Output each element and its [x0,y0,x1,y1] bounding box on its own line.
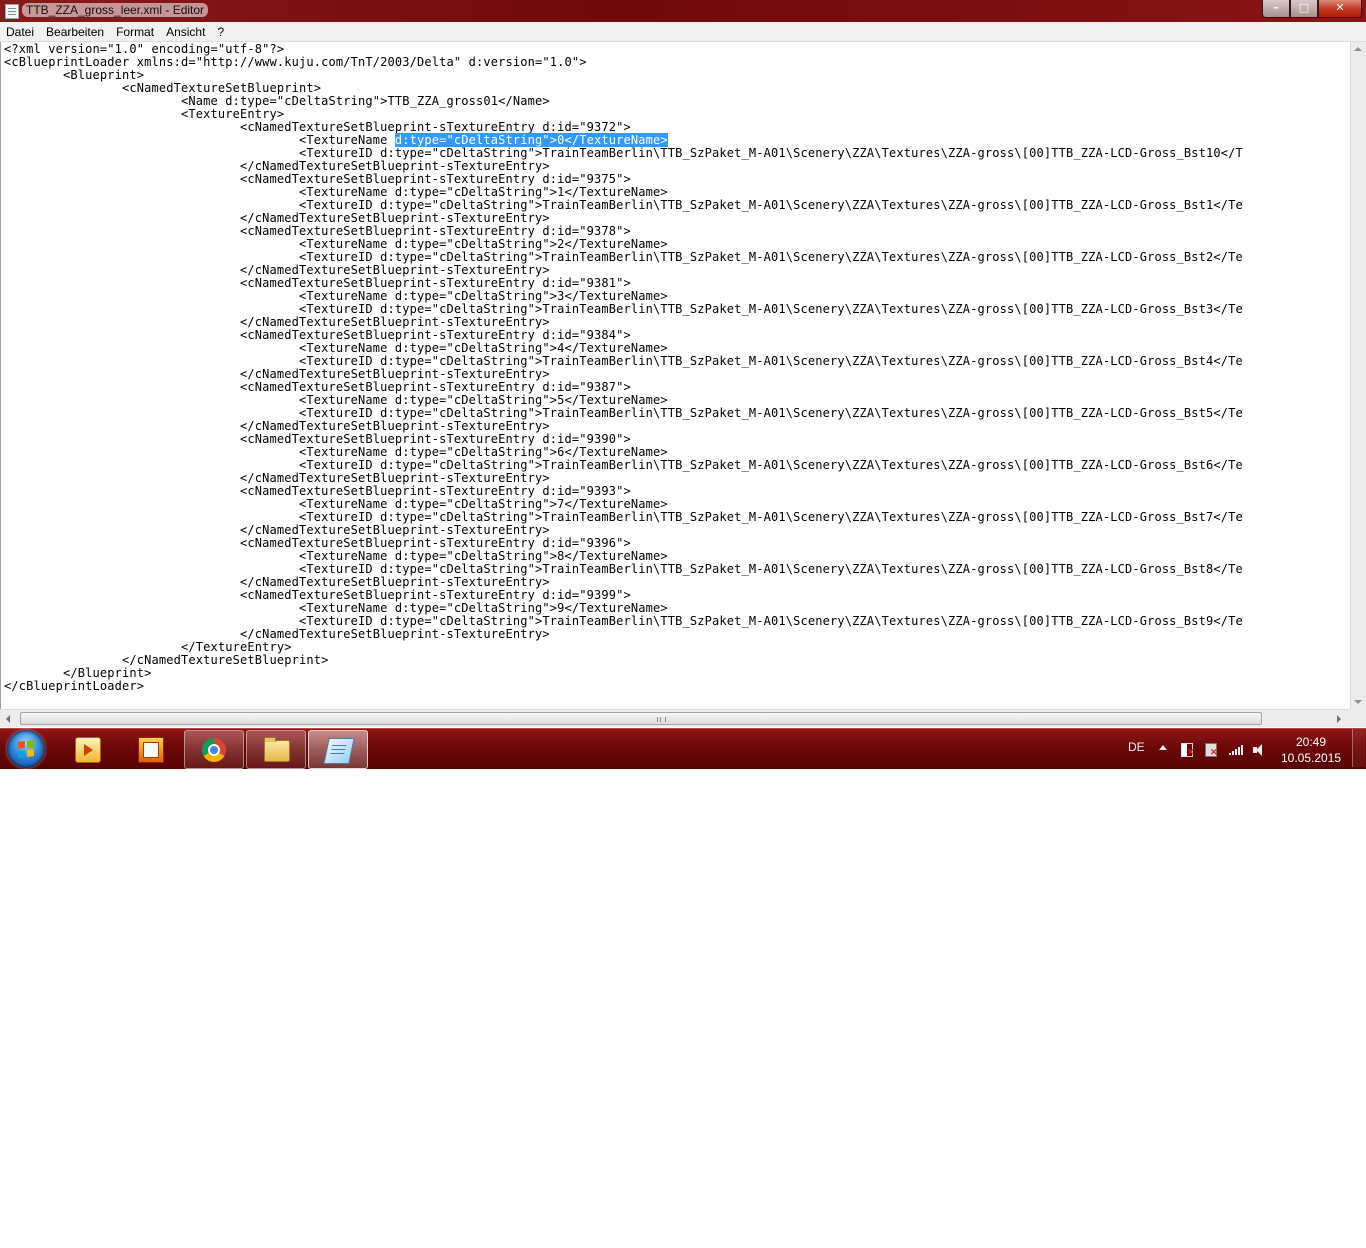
notepad-icon[interactable] [5,4,19,19]
window-title: TTB_ZZA_gross_leer.xml - Editor [22,3,209,17]
code-line: </cNamedTextureSetBlueprint-sTextureEntr… [4,263,550,277]
editor-content[interactable]: <?xml version="1.0" encoding="utf-8"?> <… [1,42,1351,693]
action-center-flag-icon[interactable] [1181,743,1195,758]
code-line: <TextureID d:type="cDeltaString">TrainTe… [4,302,1243,316]
menu-bearbeiten[interactable]: Bearbeiten [40,25,110,39]
code-line: <TextureID d:type="cDeltaString">TrainTe… [4,458,1243,472]
code-line: </cNamedTextureSetBlueprint-sTextureEntr… [4,315,550,329]
code-line: <TextureName d:type="cDeltaString">6</Te… [4,445,668,459]
code-line: <TextureName d:type="cDeltaString">7</Te… [4,497,668,511]
horizontal-scroll-thumb[interactable] [20,712,1262,725]
media-player-icon [75,737,101,763]
code-line: <TextureID d:type="cDeltaString">TrainTe… [4,250,1243,264]
application-icon [138,737,164,763]
removable-drive-icon[interactable] [1205,743,1218,758]
clock-date: 10.05.2015 [1280,751,1342,765]
code-line: <cNamedTextureSetBlueprint-sTextureEntry… [4,224,631,238]
clock-time: 20:49 [1295,735,1327,749]
menu-format[interactable]: Format [110,25,160,39]
code-line: <TextureName d:type="cDeltaString">8</Te… [4,549,668,563]
code-line: <cBlueprintLoader xmlns:d="http://www.ku… [4,55,587,69]
text-editor-area[interactable]: <?xml version="1.0" encoding="utf-8"?> <… [0,42,1351,709]
code-line: <TextureEntry> [4,107,285,121]
code-line: <TextureID d:type="cDeltaString">TrainTe… [4,510,1243,524]
taskbar-item-chrome[interactable] [184,730,244,769]
scrollbar-corner [1350,709,1366,727]
taskbar: DE 20:49 10.05.2015 [0,728,1366,769]
code-line: </cNamedTextureSetBlueprint-sTextureEntr… [4,523,550,537]
code-line: <TextureID d:type="cDeltaString">TrainTe… [4,198,1243,212]
close-button[interactable]: ✕ [1318,0,1362,18]
code-line: <TextureName d:type="cDeltaString">1</Te… [4,185,668,199]
scroll-left-arrow-icon[interactable] [6,715,10,723]
code-line: <TextureName d:type="cDeltaString">3</Te… [4,289,668,303]
menu-ansicht[interactable]: Ansicht [160,25,211,39]
maximize-button[interactable]: □ [1290,0,1318,18]
show-hidden-icons-chevron-icon[interactable] [1159,745,1167,750]
code-line: <TextureID d:type="cDeltaString">TrainTe… [4,614,1243,628]
volume-icon[interactable] [1253,743,1269,757]
windows-start-orb[interactable] [7,730,45,768]
code-line: <TextureName d:type="cDeltaString">5</Te… [4,393,668,407]
code-line: <cNamedTextureSetBlueprint-sTextureEntry… [4,172,631,186]
minimize-button[interactable]: – [1262,0,1290,18]
network-signal-icon[interactable] [1229,743,1245,755]
code-line: </cNamedTextureSetBlueprint-sTextureEntr… [4,575,550,589]
code-line: </cNamedTextureSetBlueprint-sTextureEntr… [4,471,550,485]
menu-datei[interactable]: Datei [0,25,40,39]
chrome-icon [202,738,226,762]
code-line: <TextureName [4,133,395,147]
code-line: </cNamedTextureSetBlueprint-sTextureEntr… [4,159,550,173]
code-line: <Name d:type="cDeltaString">TTB_ZZA_gros… [4,94,550,108]
code-line: <TextureName d:type="cDeltaString">4</Te… [4,341,668,355]
menu-bar: Datei Bearbeiten Format Ansicht ? [0,22,1366,42]
code-line: <?xml version="1.0" encoding="utf-8"?> [4,42,285,56]
taskbar-item-media-player[interactable] [58,730,116,767]
code-line: </cNamedTextureSetBlueprint-sTextureEntr… [4,419,550,433]
code-line: <TextureID d:type="cDeltaString">TrainTe… [4,562,1243,576]
code-line: <cNamedTextureSetBlueprint> [4,81,322,95]
code-line: <TextureID d:type="cDeltaString">TrainTe… [4,406,1243,420]
code-line: <cNamedTextureSetBlueprint-sTextureEntry… [4,484,631,498]
code-line: <cNamedTextureSetBlueprint-sTextureEntry… [4,120,631,134]
notepad-icon [323,738,355,764]
code-line: </cNamedTextureSetBlueprint-sTextureEntr… [4,211,550,225]
selected-text[interactable]: d:type="cDeltaString">0</TextureName> [394,133,668,147]
code-line: <cNamedTextureSetBlueprint-sTextureEntry… [4,328,631,342]
code-line: <TextureID d:type="cDeltaString">TrainTe… [4,146,1243,160]
scroll-down-arrow-icon[interactable] [1354,700,1362,704]
taskbar-item-notepad[interactable] [308,730,368,769]
code-line: <cNamedTextureSetBlueprint-sTextureEntry… [4,432,631,446]
scroll-right-arrow-icon[interactable] [1337,715,1341,723]
code-line: <cNamedTextureSetBlueprint-sTextureEntry… [4,276,631,290]
code-line: <TextureName d:type="cDeltaString">2</Te… [4,237,668,251]
code-line: </cNamedTextureSetBlueprint-sTextureEntr… [4,367,550,381]
code-line: <cNamedTextureSetBlueprint-sTextureEntry… [4,536,631,550]
horizontal-scrollbar[interactable] [0,709,1350,727]
menu-help[interactable]: ? [211,25,230,39]
code-line: </cBlueprintLoader> [4,679,145,693]
clock[interactable]: 20:49 10.05.2015 [1280,734,1342,766]
code-line: <Blueprint> [4,68,145,82]
taskbar-item-application[interactable] [121,730,179,767]
window-controls: – □ ✕ [1262,0,1362,18]
code-line: <TextureID d:type="cDeltaString">TrainTe… [4,354,1243,368]
code-line: <TextureName d:type="cDeltaString">9</Te… [4,601,668,615]
show-desktop-button[interactable] [1352,729,1365,767]
code-line: <cNamedTextureSetBlueprint-sTextureEntry… [4,380,631,394]
taskbar-item-explorer[interactable] [246,730,306,769]
folder-icon [264,737,290,762]
code-line: </Blueprint> [4,666,152,680]
vertical-scrollbar[interactable] [1350,42,1366,709]
code-line: <cNamedTextureSetBlueprint-sTextureEntry… [4,588,631,602]
scroll-grip-icon [657,717,666,722]
code-line: </TextureEntry> [4,640,292,654]
language-indicator[interactable]: DE [1128,740,1145,754]
window-titlebar[interactable]: TTB_ZZA_gross_leer.xml - Editor – □ ✕ [0,0,1366,22]
code-line: </cNamedTextureSetBlueprint-sTextureEntr… [4,627,550,641]
code-line: </cNamedTextureSetBlueprint> [4,653,329,667]
scroll-up-arrow-icon[interactable] [1354,47,1362,51]
